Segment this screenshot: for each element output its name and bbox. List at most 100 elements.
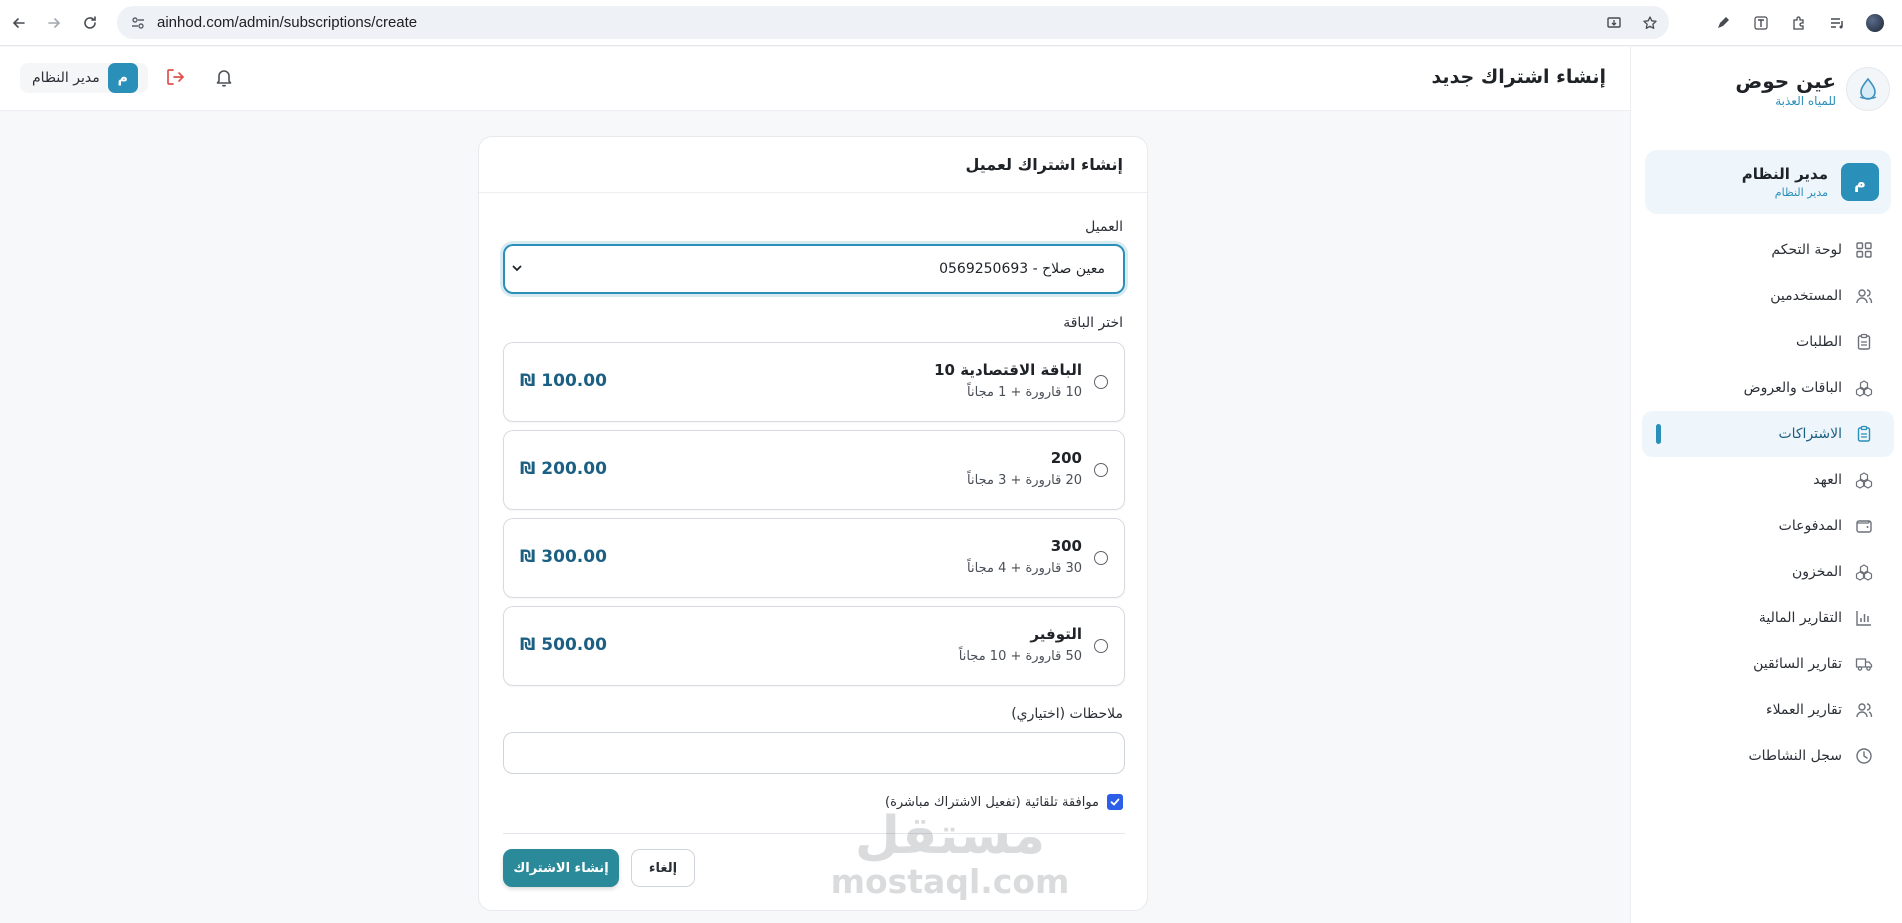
clipboard-icon: [1854, 332, 1874, 352]
package-name: 300: [1050, 537, 1082, 555]
package-price: ₪ 300.00: [520, 547, 607, 567]
notes-label: ملاحظات (اختياري): [1011, 706, 1123, 722]
sidebar-item-subscriptions[interactable]: الاشتراكات: [1642, 411, 1894, 457]
profile-name: مدير النظام: [1741, 165, 1828, 183]
sidebar-item-label: الاشتراكات: [1778, 426, 1842, 442]
form-divider: [503, 833, 1125, 834]
package-option[interactable]: 200 20 قارورة + 3 مجاناً ₪ 200.00: [503, 430, 1125, 510]
subscription-form-card: إنشاء اشتراك لعميل العميل معين صلاح - 05…: [478, 136, 1148, 911]
sidebar: عين حوض للمياه العذبة م مدير النظام مدير…: [1630, 47, 1902, 923]
sidebar-item-label: تقارير السائقين: [1753, 656, 1842, 672]
package-description: 20 قارورة + 3 مجاناً: [967, 473, 1082, 488]
header-user-chip[interactable]: م مدير النظام: [20, 63, 148, 93]
package-name: التوفير: [1030, 625, 1082, 643]
sidebar-item-driver-reports[interactable]: تقارير السائقين: [1642, 641, 1894, 687]
media-queue-icon[interactable]: [1828, 14, 1846, 32]
brand-logo: [1846, 67, 1890, 111]
sidebar-item-label: سجل النشاطات: [1748, 748, 1842, 764]
sidebar-item-label: العهد: [1813, 472, 1842, 488]
sidebar-nav: لوحة التحكم المستخدمين الطلبات الباقات و…: [1630, 227, 1902, 779]
clock-icon: [1854, 746, 1874, 766]
sidebar-item-custody[interactable]: العهد: [1642, 457, 1894, 503]
header-user-avatar: م: [107, 63, 138, 93]
truck-icon: [1854, 654, 1874, 674]
sidebar-item-customer-reports[interactable]: تقارير العملاء: [1642, 687, 1894, 733]
package-option[interactable]: 300 30 قارورة + 4 مجاناً ₪ 300.00: [503, 518, 1125, 598]
sidebar-item-label: الطلبات: [1796, 334, 1842, 350]
pen-extension-icon[interactable]: [1714, 14, 1732, 32]
sidebar-item-label: المدفوعات: [1778, 518, 1842, 534]
sidebar-item-label: المستخدمين: [1770, 288, 1842, 304]
reload-icon[interactable]: [73, 6, 107, 40]
clipboard-check-icon: [1854, 424, 1874, 444]
back-icon[interactable]: [2, 6, 36, 40]
package-radio[interactable]: [1094, 463, 1108, 477]
url-text: ainhod.com/admin/subscriptions/create: [157, 14, 418, 31]
auto-approve-label: موافقة تلقائية (تفعيل الاشتراك مباشرة): [885, 794, 1099, 810]
sidebar-item-orders[interactable]: الطلبات: [1642, 319, 1894, 365]
brand-tagline: للمياه العذبة: [1775, 94, 1836, 108]
package-price: ₪ 500.00: [520, 635, 607, 655]
customer-select[interactable]: معين صلاح - 0569250693: [503, 244, 1125, 294]
customer-select-value: معين صلاح - 0569250693: [939, 261, 1105, 277]
sidebar-item-inventory[interactable]: المخزون: [1642, 549, 1894, 595]
sidebar-item-label: الباقات والعروض: [1743, 380, 1842, 396]
notification-bell-icon[interactable]: [213, 66, 235, 88]
bookmark-star-icon[interactable]: [1641, 14, 1659, 32]
card-header: إنشاء اشتراك لعميل: [479, 137, 1147, 193]
profile-card[interactable]: م مدير النظام مدير النظام: [1645, 150, 1891, 214]
sidebar-item-activity-log[interactable]: سجل النشاطات: [1642, 733, 1894, 779]
browser-toolbar: ainhod.com/admin/subscriptions/create: [0, 0, 1902, 46]
cancel-button[interactable]: إلغاء: [631, 849, 695, 887]
boxes-icon: [1854, 562, 1874, 582]
bar-chart-icon: [1854, 608, 1874, 628]
package-price: ₪ 200.00: [520, 459, 607, 479]
profile-avatar-icon[interactable]: [1866, 14, 1884, 32]
sidebar-item-users[interactable]: المستخدمين: [1642, 273, 1894, 319]
extensions-puzzle-icon[interactable]: [1790, 14, 1808, 32]
auto-approve-checkbox[interactable]: [1107, 794, 1123, 810]
logout-icon[interactable]: [164, 66, 186, 88]
sidebar-item-label: المخزون: [1791, 564, 1842, 580]
active-indicator: [1656, 424, 1661, 444]
package-option[interactable]: الباقة الاقتصادية 10 10 قارورة + 1 مجانا…: [503, 342, 1125, 422]
card-title: إنشاء اشتراك لعميل: [965, 155, 1123, 174]
users-icon: [1854, 286, 1874, 306]
package-radio[interactable]: [1094, 375, 1108, 389]
package-description: 30 قارورة + 4 مجاناً: [967, 561, 1082, 576]
chevron-down-icon: [511, 262, 525, 276]
package-description: 50 قارورة + 10 مجاناً: [958, 649, 1082, 664]
sidebar-item-packages[interactable]: الباقات والعروض: [1642, 365, 1894, 411]
address-bar[interactable]: ainhod.com/admin/subscriptions/create: [117, 6, 1669, 39]
sidebar-item-financial-reports[interactable]: التقارير المالية: [1642, 595, 1894, 641]
boxes-icon: [1854, 470, 1874, 490]
grid-icon: [1854, 240, 1874, 260]
package-label: اختر الباقة: [1063, 315, 1123, 331]
users-icon: [1854, 700, 1874, 720]
package-radio[interactable]: [1094, 551, 1108, 565]
sidebar-item-label: التقارير المالية: [1758, 610, 1842, 626]
page-title: إنشاء اشتراك جديد: [1431, 66, 1606, 88]
package-price: ₪ 100.00: [520, 371, 607, 391]
brand-name: عين حوض: [1735, 69, 1836, 93]
sidebar-item-dashboard[interactable]: لوحة التحكم: [1642, 227, 1894, 273]
create-subscription-button[interactable]: إنشاء الاشتراك: [503, 849, 619, 887]
customer-label: العميل: [1085, 219, 1123, 235]
text-extension-icon[interactable]: [1752, 14, 1770, 32]
package-name: الباقة الاقتصادية 10: [934, 361, 1082, 379]
sidebar-item-label: لوحة التحكم: [1771, 242, 1842, 258]
profile-avatar: م: [1841, 163, 1879, 201]
forward-icon[interactable]: [37, 6, 71, 40]
notes-input[interactable]: [503, 732, 1125, 774]
package-description: 10 قارورة + 1 مجاناً: [967, 385, 1082, 400]
sidebar-item-payments[interactable]: المدفوعات: [1642, 503, 1894, 549]
package-option[interactable]: التوفير 50 قارورة + 10 مجاناً ₪ 500.00: [503, 606, 1125, 686]
header-user-name: مدير النظام: [32, 70, 100, 86]
brand[interactable]: عين حوض للمياه العذبة: [1735, 67, 1890, 111]
install-app-icon[interactable]: [1605, 14, 1623, 32]
profile-role: مدير النظام: [1774, 186, 1828, 199]
package-radio[interactable]: [1094, 639, 1108, 653]
wallet-icon: [1854, 516, 1874, 536]
site-info-icon[interactable]: [129, 14, 147, 32]
auto-approve-row[interactable]: موافقة تلقائية (تفعيل الاشتراك مباشرة): [885, 794, 1123, 810]
